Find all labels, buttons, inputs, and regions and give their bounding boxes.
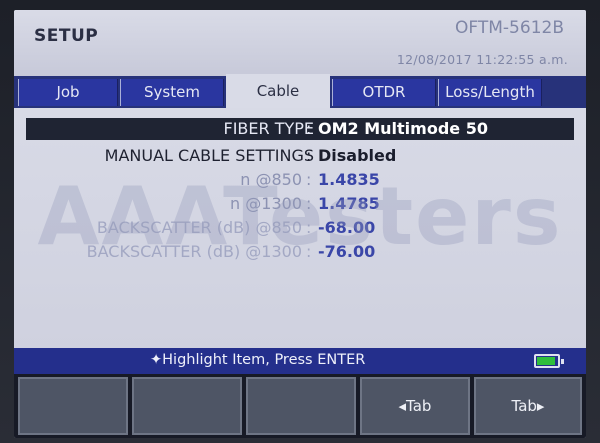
n1300-label: n @1300 xyxy=(230,194,302,213)
fiber-type-label: FIBER TYPE xyxy=(223,119,314,138)
device-bezel: SETUP OFTM-5612B 12/08/2017 11:22:55 a.m… xyxy=(0,0,600,443)
battery-level xyxy=(537,357,555,365)
backscatter850-label: BACKSCATTER (dB) @850 xyxy=(96,218,302,237)
softkey-prev-tab[interactable]: ◂Tab xyxy=(360,377,470,435)
battery-cap xyxy=(561,359,564,364)
n850-row: n @850 xyxy=(14,169,302,191)
tab-system[interactable]: System xyxy=(120,79,224,106)
n1300-value: 1.4785 xyxy=(318,194,380,213)
backscatter1300-label: BACKSCATTER (dB) @1300 xyxy=(86,242,302,261)
status-hint: ✦Highlight Item, Press ENTER xyxy=(150,352,366,368)
manual-cable-row[interactable]: MANUAL CABLE SETTINGS xyxy=(14,145,314,167)
softkey-2[interactable] xyxy=(132,377,242,435)
fiber-type-value[interactable]: OM2 Multimode 50 xyxy=(318,118,488,140)
tab-bar: Job System Cable OTDR Loss/Length xyxy=(14,74,586,108)
n850-colon: : xyxy=(306,170,312,189)
n850-value: 1.4835 xyxy=(318,170,380,189)
backscatter850-row: BACKSCATTER (dB) @850 xyxy=(14,217,302,239)
backscatter1300-row: BACKSCATTER (dB) @1300 xyxy=(14,241,302,263)
backscatter850-value: -68.00 xyxy=(318,218,376,237)
manual-cable-label: MANUAL CABLE SETTINGS xyxy=(104,146,314,165)
tab-cable[interactable]: Cable xyxy=(226,74,330,108)
battery-icon xyxy=(534,354,564,368)
header-bar: SETUP OFTM-5612B 12/08/2017 11:22:55 a.m… xyxy=(14,10,586,76)
page-title: SETUP xyxy=(34,26,99,46)
n1300-row: n @1300 xyxy=(14,193,302,215)
device-model: OFTM-5612B xyxy=(455,18,564,38)
tab-job[interactable]: Job xyxy=(18,79,118,106)
fiber-type-row[interactable]: FIBER TYPE xyxy=(14,118,314,140)
device-screen: SETUP OFTM-5612B 12/08/2017 11:22:55 a.m… xyxy=(14,10,586,438)
datetime-display: 12/08/2017 11:22:55 a.m. xyxy=(396,52,568,67)
softkey-1[interactable] xyxy=(18,377,128,435)
n850-label: n @850 xyxy=(240,170,302,189)
tab-otdr[interactable]: OTDR xyxy=(332,79,436,106)
backscatter1300-value: -76.00 xyxy=(318,242,376,261)
manual-cable-colon: : xyxy=(306,146,312,165)
cable-settings-panel: FIBER TYPE : OM2 Multimode 50 MANUAL CAB… xyxy=(14,108,586,350)
tab-loss-length[interactable]: Loss/Length xyxy=(438,79,542,106)
manual-cable-value[interactable]: Disabled xyxy=(318,145,396,167)
fiber-type-colon: : xyxy=(306,119,312,138)
n1300-colon: : xyxy=(306,194,312,213)
softkey-next-tab[interactable]: Tab▸ xyxy=(474,377,582,435)
softkey-bar: ◂Tab Tab▸ xyxy=(14,374,586,438)
backscatter1300-colon: : xyxy=(306,242,312,261)
status-bar: ✦Highlight Item, Press ENTER xyxy=(14,348,586,374)
softkey-3[interactable] xyxy=(246,377,356,435)
backscatter850-colon: : xyxy=(306,218,312,237)
